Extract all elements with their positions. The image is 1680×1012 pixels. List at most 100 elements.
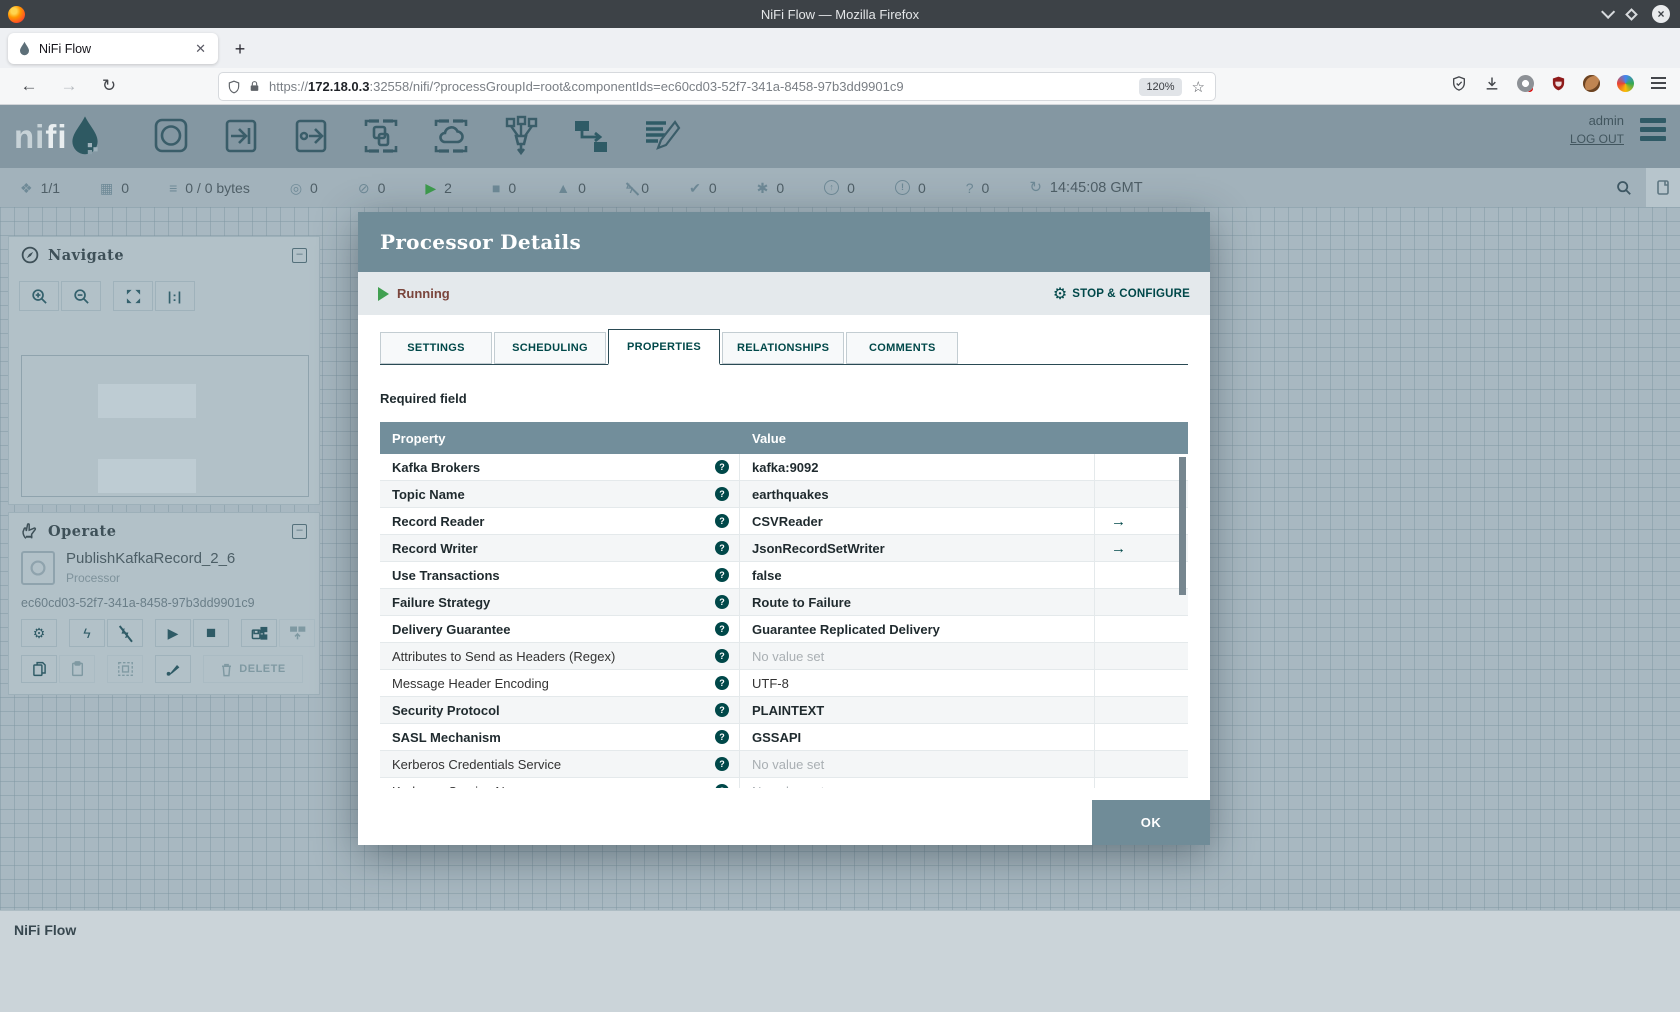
remote-process-group-component-icon[interactable] <box>428 113 474 159</box>
compass-icon <box>21 246 39 264</box>
help-icon[interactable]: ? <box>715 460 729 474</box>
tab-relationships[interactable]: RELATIONSHIPS <box>722 332 845 364</box>
go-to-service-arrow-icon[interactable]: → <box>1111 540 1126 557</box>
stop-button[interactable]: ■ <box>193 619 229 647</box>
help-icon[interactable]: ? <box>715 514 729 528</box>
shield-permissions-icon[interactable] <box>227 79 241 95</box>
help-icon[interactable]: ? <box>715 703 729 717</box>
window-minimize-icon[interactable] <box>1601 4 1616 19</box>
property-action-cell: → <box>1095 508 1188 534</box>
selected-component-icon <box>21 551 55 585</box>
browser-menu-icon[interactable] <box>1651 74 1666 92</box>
navigate-collapse-button[interactable]: – <box>292 247 307 263</box>
tab-settings[interactable]: SETTINGS <box>380 332 492 364</box>
stopped-components-icon: ■ <box>491 179 501 196</box>
property-row: Failure Strategy? Route to Failure <box>380 589 1188 616</box>
colorful-extension-icon[interactable] <box>1617 74 1634 92</box>
enable-button[interactable]: ϟ <box>69 619 105 647</box>
disable-button[interactable]: ϟ <box>107 619 143 647</box>
help-icon[interactable]: ? <box>715 730 729 744</box>
help-icon[interactable]: ? <box>715 568 729 582</box>
refresh-icon[interactable]: ↻ <box>1029 180 1042 195</box>
reload-button[interactable]: ↻ <box>98 76 120 96</box>
window-maximize-icon[interactable] <box>1625 7 1638 21</box>
label-component-icon[interactable] <box>638 113 684 159</box>
page-zoom-badge[interactable]: 120% <box>1139 77 1182 96</box>
input-port-component-icon[interactable] <box>218 113 264 159</box>
help-icon[interactable]: ? <box>715 757 729 771</box>
zoom-in-button[interactable] <box>19 281 59 311</box>
zoom-out-button[interactable] <box>61 281 101 311</box>
panel-toggle-button[interactable] <box>1646 168 1680 207</box>
stale-versioned-status: ↑ 0 <box>824 180 855 196</box>
property-name: Kerberos Credentials Service <box>392 756 562 772</box>
stop-and-configure-button[interactable]: ⚙ STOP & CONFIGURE <box>1053 284 1190 304</box>
window-title: NiFi Flow — Mozilla Firefox <box>760 6 920 22</box>
help-icon[interactable]: ? <box>715 649 729 663</box>
process-group-component-icon[interactable] <box>358 113 404 159</box>
property-action-cell <box>1095 616 1188 642</box>
window-close-icon[interactable]: × <box>1652 5 1670 23</box>
running-status-label: Running <box>397 286 450 301</box>
account-shield-icon[interactable] <box>1451 75 1467 92</box>
browser-tab[interactable]: NiFi Flow ✕ <box>8 33 218 64</box>
tab-scheduling[interactable]: SCHEDULING <box>494 332 606 364</box>
help-icon[interactable]: ? <box>715 541 729 555</box>
start-button[interactable]: ▶ <box>155 619 191 647</box>
required-field-note: Required field <box>380 391 467 406</box>
property-value-cell: earthquakes <box>740 481 1095 507</box>
logout-link[interactable]: LOG OUT <box>1570 132 1624 146</box>
template-component-icon[interactable] <box>568 113 614 159</box>
birdseye-minimap[interactable] <box>21 355 309 497</box>
url-text[interactable]: https://172.18.0.3:32558/nifi/?processGr… <box>269 79 1139 94</box>
help-icon[interactable]: ? <box>715 676 729 690</box>
configure-button[interactable]: ⚙ <box>21 619 57 647</box>
property-name-cell: Kerberos Credentials Service? <box>380 751 740 777</box>
go-to-service-arrow-icon[interactable]: → <box>1111 513 1126 530</box>
status-count: 0 <box>847 179 855 196</box>
breadcrumb[interactable]: NiFi Flow <box>14 922 76 938</box>
output-port-component-icon[interactable] <box>288 113 334 159</box>
help-icon[interactable]: ? <box>715 622 729 636</box>
forward-button[interactable]: → <box>58 76 80 96</box>
tab-properties[interactable]: PROPERTIES <box>608 329 720 365</box>
url-host: 172.18.0.3 <box>308 79 370 94</box>
help-icon[interactable]: ? <box>715 487 729 501</box>
dialog-tabs: SETTINGS SCHEDULING PROPERTIES RELATIONSHIP… <box>380 329 1188 365</box>
status-count: 0 <box>121 179 130 196</box>
lock-icon[interactable] <box>248 79 261 94</box>
delete-button[interactable]: DELETE <box>203 655 303 683</box>
property-name-cell: Record Writer? <box>380 535 740 561</box>
back-button[interactable]: ← <box>18 76 40 96</box>
zoom-fit-button[interactable] <box>113 281 153 311</box>
operate-collapse-button[interactable]: – <box>292 523 307 539</box>
copy-button[interactable] <box>21 655 57 683</box>
property-action-cell <box>1095 751 1188 777</box>
cookie-extension-icon[interactable] <box>1583 74 1600 92</box>
save-flow-version-button[interactable] <box>241 619 277 647</box>
property-row: Record Reader? CSVReader → <box>380 508 1188 535</box>
change-color-button[interactable] <box>155 655 191 683</box>
downloads-icon[interactable] <box>1484 75 1500 92</box>
property-row: Security Protocol? PLAINTEXT <box>380 697 1188 724</box>
extension-icon[interactable] <box>1517 74 1534 92</box>
global-menu-icon[interactable] <box>1640 114 1666 145</box>
funnel-component-icon[interactable] <box>498 113 544 159</box>
ublock-origin-icon[interactable] <box>1551 75 1566 92</box>
ok-button[interactable]: OK <box>1092 800 1210 845</box>
processor-component-icon[interactable] <box>148 113 194 159</box>
group-snippet-button[interactable] <box>107 655 143 683</box>
tab-comments[interactable]: COMMENTS <box>846 332 959 364</box>
revert-flow-version-button[interactable] <box>279 619 315 647</box>
url-field[interactable]: https://172.18.0.3:32558/nifi/?processGr… <box>218 72 1216 101</box>
help-icon[interactable]: ? <box>715 595 729 609</box>
table-scrollbar[interactable] <box>1179 457 1186 595</box>
search-icon[interactable] <box>1616 180 1632 196</box>
tab-close-icon[interactable]: ✕ <box>193 41 208 57</box>
new-tab-button[interactable]: + <box>228 37 252 61</box>
bookmark-star-icon[interactable]: ☆ <box>1192 78 1205 96</box>
paste-button[interactable] <box>59 655 95 683</box>
help-icon[interactable]: ? <box>715 784 729 788</box>
zoom-actual-size-button[interactable]: |:| <box>155 281 195 311</box>
transmitting-remote-groups-icon: ◎ <box>289 179 303 196</box>
